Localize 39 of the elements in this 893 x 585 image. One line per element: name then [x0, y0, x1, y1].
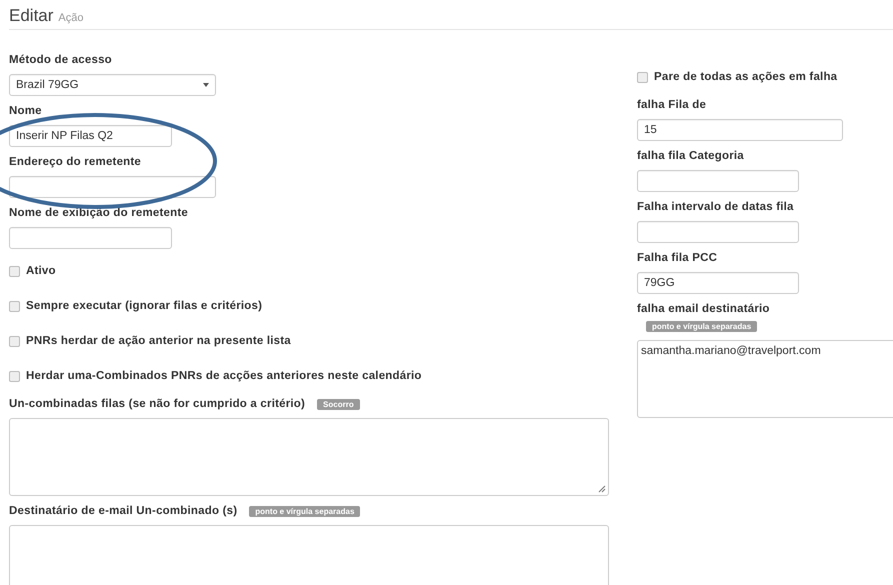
text-field[interactable]: 15	[637, 119, 843, 141]
text-field[interactable]	[637, 221, 799, 243]
hint-badge: Socorro	[317, 398, 360, 410]
hint-badge: ponto e vírgula separadas	[646, 321, 758, 332]
checkbox-label: Herdar uma-Combinados PNRs de acções anteriores neste calendário	[26, 370, 422, 382]
checkbox[interactable]	[9, 370, 20, 382]
checkbox[interactable]	[9, 300, 20, 312]
field-label: Destinatário de e-mail Un-combinado (s)	[9, 505, 238, 517]
field-label: Falha intervalo de datas fila	[637, 201, 794, 213]
field-label: falha email destinatário	[637, 303, 770, 315]
text-field[interactable]: 79GG	[637, 272, 799, 294]
checkbox-label: Pare de todas as ações em falha	[654, 71, 838, 83]
field-label: Falha fila PCC	[637, 252, 718, 264]
field-label: Endereço do remetente	[9, 156, 142, 168]
field-label: falha fila Categoria	[637, 150, 744, 162]
caret-icon	[203, 83, 209, 87]
checkbox-label: PNRs herdar de ação anterior na presente lista	[26, 335, 291, 347]
checkbox-label: Ativo	[26, 265, 56, 277]
checkbox[interactable]	[9, 266, 20, 276]
field-label: Nome	[9, 105, 42, 117]
field-label: Un-combinadas filas (se não for cumprido a critério)	[9, 398, 306, 410]
checkbox[interactable]	[9, 336, 20, 346]
text-area[interactable]	[9, 525, 609, 585]
text-field[interactable]	[9, 176, 216, 198]
checkbox-label: Sempre executar (ignorar filas e critérios)	[26, 300, 262, 312]
page-subtitle: Ação	[58, 12, 84, 24]
text-field[interactable]: Inserir NP Filas Q2	[9, 125, 172, 147]
text-field[interactable]	[9, 227, 172, 249]
text-area[interactable]	[9, 418, 609, 496]
page-title: Editar	[9, 6, 54, 26]
text-field[interactable]	[637, 170, 799, 192]
text-area[interactable]: samantha.mariano@travelport.com	[637, 340, 893, 418]
hint-badge: ponto e vírgula separadas	[249, 506, 360, 516]
access-method-dropdown[interactable]: Brazil 79GG	[9, 74, 216, 96]
resize-grip-icon	[598, 485, 606, 493]
field-label: falha Fila de	[637, 99, 706, 111]
checkbox[interactable]	[637, 72, 648, 82]
field-label: Nome de exibição do remetente	[9, 207, 188, 219]
field-label: Método de acesso	[9, 54, 112, 66]
